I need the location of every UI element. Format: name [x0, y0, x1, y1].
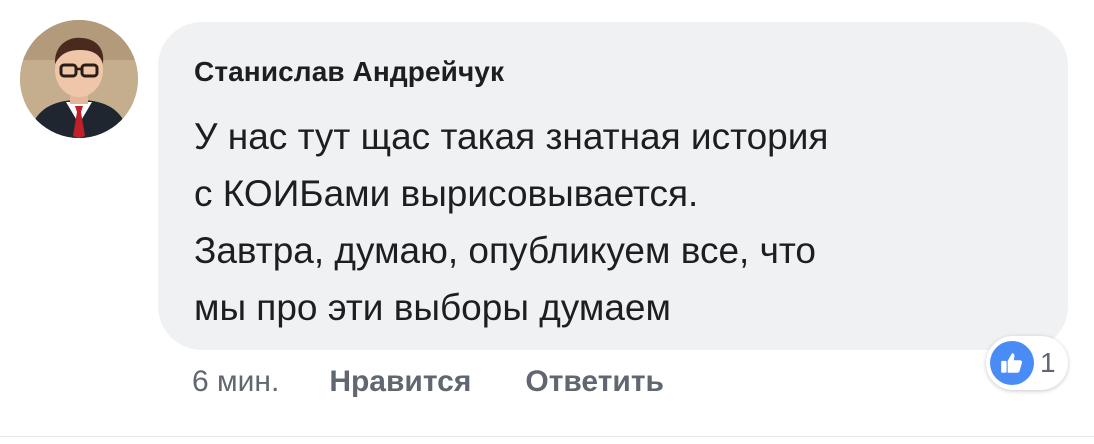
divider: [0, 436, 1094, 437]
comment-bubble: Станислав Андрейчук У нас тут щас такая …: [158, 22, 1068, 350]
avatar-image: [20, 20, 138, 138]
comment-text-line: с КОИБами вырисовывается.: [194, 173, 699, 214]
comment-actions: 6 мин. Нравится Ответить: [192, 362, 664, 402]
thumbs-up-icon: [990, 341, 1034, 385]
comment-timestamp[interactable]: 6 мин.: [192, 365, 279, 399]
avatar[interactable]: [20, 20, 138, 138]
like-button[interactable]: Нравится: [329, 365, 471, 399]
reply-button[interactable]: Ответить: [525, 365, 664, 399]
comment-author[interactable]: Станислав Андрейчук: [194, 56, 504, 88]
comment: Станислав Андрейчук У нас тут щас такая …: [0, 0, 1094, 444]
comment-text-line: Завтра, думаю, опубликуем все, что: [194, 230, 816, 271]
comment-text: У нас тут щас такая знатная история с КО…: [194, 108, 1054, 336]
reaction-count: 1: [1040, 347, 1056, 378]
comment-text-line: У нас тут щас такая знатная история: [194, 116, 829, 157]
comment-text-line: мы про эти выборы думаем: [194, 287, 671, 328]
reactions-summary[interactable]: 1: [986, 336, 1068, 390]
